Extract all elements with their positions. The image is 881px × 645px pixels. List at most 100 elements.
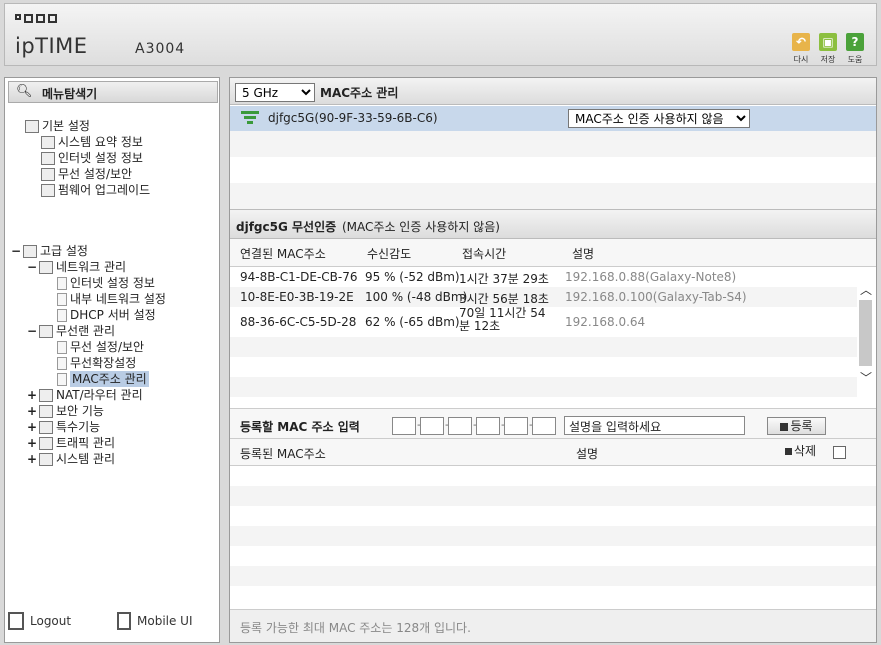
page-icon	[57, 372, 67, 386]
tree-network-management[interactable]: − 네트워크 관리	[27, 259, 126, 275]
tree-item-firmware-upgrade[interactable]: 펌웨어 업그레이드	[41, 182, 150, 198]
scroll-thumb[interactable]	[859, 300, 872, 366]
footer-bar: 등록 가능한 최대 MAC 주소는 128개 입니다.	[230, 609, 876, 642]
network-icon	[39, 260, 53, 274]
register-button[interactable]: 등록	[767, 417, 826, 435]
band-select[interactable]: 5 GHz	[235, 83, 315, 102]
scroll-down-icon[interactable]: ﹀	[860, 372, 872, 384]
expand-icon: +	[27, 388, 38, 402]
tree-traffic[interactable]: + 트래픽 관리	[27, 435, 115, 451]
ssid-name: djfgc5G(90-9F-33-59-6B-C6)	[268, 111, 438, 125]
expand-icon: +	[27, 452, 38, 466]
mac-octet-4[interactable]	[476, 417, 500, 435]
mac-octet-1[interactable]	[392, 417, 416, 435]
lock-icon	[39, 404, 53, 418]
sidebar: 🔍︎ 메뉴탐색기 기본 설정 시스템 요약 정보 인터넷 설정 정보 무선 설정…	[4, 77, 220, 643]
mobile-ui-button[interactable]: Mobile UI	[117, 612, 193, 630]
logout-button[interactable]: Logout	[8, 612, 71, 630]
mac-octet-3[interactable]	[448, 417, 472, 435]
tree-item-lan-settings[interactable]: 내부 네트워크 설정	[57, 291, 166, 307]
page-icon	[57, 340, 67, 354]
tree-wireless-management[interactable]: − 무선랜 관리	[27, 323, 115, 339]
description-input[interactable]: 설명을 입력하세요	[564, 416, 745, 435]
tree-item-internet-info[interactable]: 인터넷 설정 정보	[41, 150, 143, 166]
section-heading: djfgc5G 무선인증 (MAC주소 인증 사용하지 않음)	[230, 209, 876, 239]
delete-all-label[interactable]: 삭제	[785, 442, 816, 459]
main-panel: 5 GHz MAC주소 관리 djfgc5G(90-9F-33-59-6B-C6…	[229, 77, 877, 643]
monitor-icon	[41, 151, 55, 165]
mobile-icon	[117, 612, 131, 630]
logo-icon	[15, 14, 57, 23]
tree-nat-router[interactable]: + NAT/라우터 관리	[27, 387, 143, 403]
folder-icon	[25, 119, 39, 133]
collapse-icon: −	[27, 260, 38, 274]
help-button[interactable]: ? 도움	[841, 33, 869, 65]
wireless-icon	[39, 324, 53, 338]
register-label: 등록할 MAC 주소 입력	[240, 420, 360, 434]
special-icon	[39, 420, 53, 434]
tree-item-wireless-extend[interactable]: 무선확장설정	[57, 355, 136, 371]
logout-icon	[8, 612, 24, 630]
help-icon: ?	[846, 33, 864, 51]
menu-search-label: 메뉴탐색기	[42, 87, 98, 101]
page-icon	[57, 276, 67, 290]
tree-special[interactable]: + 특수기능	[27, 419, 100, 435]
menu-search-bar[interactable]: 🔍︎ 메뉴탐색기	[8, 81, 218, 103]
table-row: 10-8E-E0-3B-19-2E 100 % (-48 dBm) 3시간 56…	[230, 287, 857, 307]
tree-item-wireless-settings[interactable]: 무선 설정/보안	[57, 339, 144, 355]
undo-icon: ↶	[792, 33, 810, 51]
logo-brand: ipTIME	[15, 34, 88, 58]
table-row: 94-8B-C1-DE-CB-76 95 % (-52 dBm) 1시간 37분…	[230, 267, 857, 287]
logo-model: A3004	[135, 41, 186, 57]
expand-icon: +	[27, 420, 38, 434]
minus-icon	[785, 448, 792, 455]
tree-advanced-settings[interactable]: − 고급 설정	[11, 243, 88, 259]
section-subtitle: (MAC주소 인증 사용하지 않음)	[342, 220, 500, 234]
tree-system[interactable]: + 시스템 관리	[27, 451, 115, 467]
wifi-signal-icon	[241, 110, 259, 129]
tree-item-dhcp-settings[interactable]: DHCP 서버 설정	[57, 307, 156, 323]
wireless-icon	[41, 167, 55, 181]
expand-icon: +	[27, 404, 38, 418]
page-title: MAC주소 관리	[320, 86, 399, 100]
tree-security[interactable]: + 보안 기능	[27, 403, 104, 419]
expand-icon: +	[27, 436, 38, 450]
section-title: djfgc5G 무선인증	[236, 220, 337, 234]
router-icon	[39, 388, 53, 402]
collapse-icon: −	[27, 324, 38, 338]
save-icon: ▣	[819, 33, 837, 51]
header: ipTIME A3004 ↶ 다시 ▣ 저장 ? 도움	[4, 3, 877, 66]
sidebar-footer: Logout Mobile UI	[5, 612, 219, 642]
auth-mode-select[interactable]: MAC주소 인증 사용하지 않음	[568, 109, 750, 128]
undo-button[interactable]: ↶ 다시	[787, 33, 815, 65]
mac-octet-6[interactable]	[532, 417, 556, 435]
scroll-up-icon[interactable]: ︿	[860, 284, 872, 296]
delete-all-checkbox[interactable]	[833, 446, 846, 459]
table-row: 88-36-6C-C5-5D-28 62 % (-65 dBm) 70일 11시…	[230, 307, 857, 337]
tree-item-wireless-security[interactable]: 무선 설정/보안	[41, 166, 132, 182]
mac-octet-2[interactable]	[420, 417, 444, 435]
page-icon	[57, 308, 67, 322]
page-icon	[57, 356, 67, 370]
chart-icon	[39, 452, 53, 466]
chart-icon	[41, 135, 55, 149]
max-mac-note: 등록 가능한 최대 MAC 주소는 128개 입니다.	[240, 621, 471, 635]
tree-item-system-summary[interactable]: 시스템 요약 정보	[41, 134, 143, 150]
tree-basic-settings[interactable]: 기본 설정	[25, 118, 90, 134]
collapse-icon: −	[11, 244, 22, 258]
search-icon: 🔍︎	[16, 84, 33, 99]
tree-item-internet-settings[interactable]: 인터넷 설정 정보	[57, 275, 155, 291]
save-button[interactable]: ▣ 저장	[814, 33, 842, 65]
page-icon	[57, 292, 67, 306]
registered-header: 등록된 MAC주소 설명 삭제	[230, 438, 876, 466]
tree-item-mac-management[interactable]: MAC주소 관리	[57, 371, 149, 387]
connected-header: 연결된 MAC주소 수신감도 접속시간 설명	[230, 239, 876, 267]
title-bar: 5 GHz MAC주소 관리	[230, 78, 876, 105]
connected-scrollbar[interactable]: ︿ ﹀	[858, 270, 873, 392]
plus-icon	[780, 422, 789, 431]
folder-icon	[23, 244, 37, 258]
mac-octet-5[interactable]	[504, 417, 528, 435]
traffic-icon	[39, 436, 53, 450]
ssid-row: djfgc5G(90-9F-33-59-6B-C6) MAC주소 인증 사용하지…	[230, 106, 876, 131]
upgrade-icon	[41, 183, 55, 197]
